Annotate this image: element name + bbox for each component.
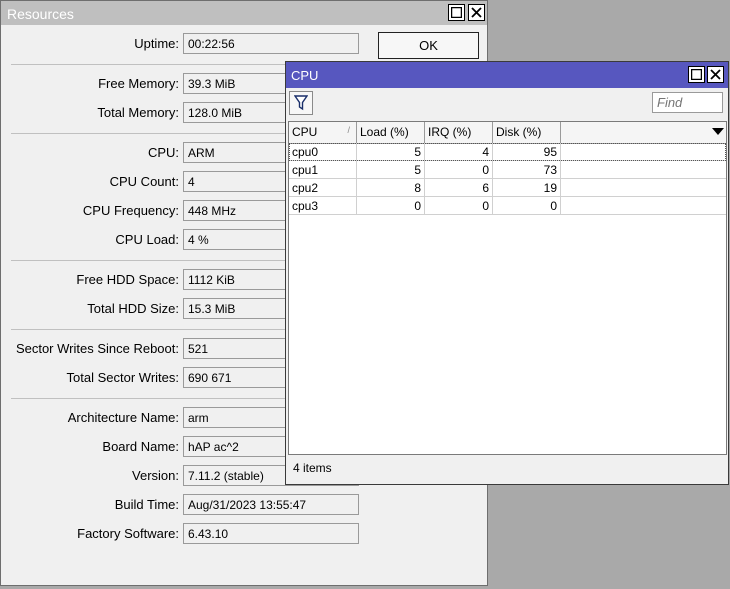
- table-row[interactable]: cpu3 0 0 0: [289, 197, 726, 215]
- cpu-frequency-label: CPU Frequency:: [82, 203, 179, 218]
- maximize-icon: [451, 7, 462, 18]
- find-input[interactable]: [652, 92, 723, 113]
- cpu-window: CPU CPU / Load (%) IRQ (%) Disk (%) cpu: [285, 61, 729, 485]
- maximize-icon: [691, 69, 702, 80]
- sector-writes-since-reboot-label: Sector Writes Since Reboot:: [15, 341, 179, 356]
- table-row[interactable]: cpu2 8 6 19: [289, 179, 726, 197]
- maximize-button[interactable]: [448, 4, 465, 21]
- load-cell: 8: [357, 179, 425, 196]
- cpu-cell: cpu1: [289, 161, 357, 178]
- close-icon: [710, 69, 721, 80]
- disk-cell: 0: [493, 197, 561, 214]
- free-hdd-space-label: Free HDD Space:: [76, 272, 179, 287]
- uptime-label: Uptime:: [134, 36, 179, 51]
- cpu-table: CPU / Load (%) IRQ (%) Disk (%) cpu0 5 4…: [288, 121, 727, 455]
- column-header-irq[interactable]: IRQ (%): [425, 122, 493, 143]
- build-time-value: Aug/31/2023 13:55:47: [183, 494, 359, 515]
- version-label: Version:: [132, 468, 179, 483]
- maximize-button[interactable]: [688, 66, 705, 83]
- disk-cell: 19: [493, 179, 561, 196]
- resources-window-title: Resources: [7, 6, 74, 22]
- total-sector-writes-label: Total Sector Writes:: [66, 370, 179, 385]
- table-header: CPU / Load (%) IRQ (%) Disk (%): [289, 122, 726, 144]
- load-cell: 5: [357, 161, 425, 178]
- chevron-down-icon: [712, 128, 724, 135]
- cpu-load-label: CPU Load:: [115, 232, 179, 247]
- total-hdd-size-label: Total HDD Size:: [87, 301, 179, 316]
- column-header-load[interactable]: Load (%): [357, 122, 425, 143]
- factory-software-row: Factory Software: 6.43.10: [1, 523, 489, 545]
- load-cell: 5: [357, 143, 425, 160]
- uptime-row: Uptime: 00:22:56: [1, 33, 489, 55]
- item-count-status: 4 items: [293, 461, 332, 475]
- cpu-label: CPU:: [147, 145, 179, 160]
- architecture-name-label: Architecture Name:: [67, 410, 179, 425]
- uptime-value: 00:22:56: [183, 33, 359, 54]
- cpu-cell: cpu2: [289, 179, 357, 196]
- cpu-titlebar[interactable]: CPU: [286, 62, 728, 88]
- column-header-disk[interactable]: Disk (%): [493, 122, 561, 143]
- column-header-cpu[interactable]: CPU /: [289, 122, 357, 143]
- sort-icon: /: [347, 125, 350, 135]
- table-row[interactable]: cpu0 5 4 95: [289, 143, 726, 161]
- free-memory-label: Free Memory:: [98, 76, 179, 91]
- cpu-cell: cpu0: [289, 143, 357, 160]
- irq-cell: 4: [425, 143, 493, 160]
- build-time-label: Build Time:: [114, 497, 179, 512]
- cpu-cell: cpu3: [289, 197, 357, 214]
- irq-cell: 0: [425, 161, 493, 178]
- disk-cell: 73: [493, 161, 561, 178]
- build-time-row: Build Time: Aug/31/2023 13:55:47: [1, 494, 489, 516]
- cpu-window-title: CPU: [291, 68, 319, 83]
- resources-titlebar[interactable]: Resources: [1, 1, 487, 25]
- irq-cell: 6: [425, 179, 493, 196]
- close-button[interactable]: [468, 4, 485, 21]
- irq-cell: 0: [425, 197, 493, 214]
- close-icon: [471, 7, 482, 18]
- close-button[interactable]: [707, 66, 724, 83]
- filter-icon: [294, 95, 308, 111]
- factory-software-label: Factory Software:: [77, 526, 179, 541]
- total-memory-label: Total Memory:: [97, 105, 179, 120]
- disk-cell: 95: [493, 143, 561, 160]
- table-row[interactable]: cpu1 5 0 73: [289, 161, 726, 179]
- factory-software-value: 6.43.10: [183, 523, 359, 544]
- load-cell: 0: [357, 197, 425, 214]
- filter-button[interactable]: [289, 91, 313, 115]
- board-name-label: Board Name:: [102, 439, 179, 454]
- cpu-count-label: CPU Count:: [109, 174, 179, 189]
